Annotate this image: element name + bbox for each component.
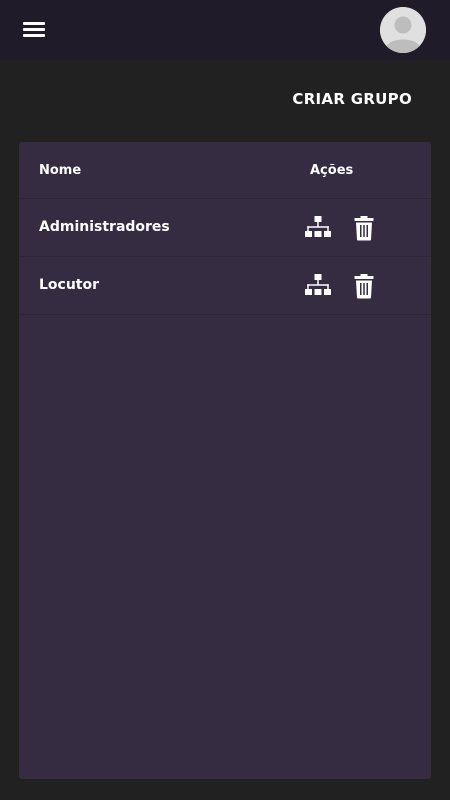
delete-group-button[interactable] [350, 214, 378, 242]
menu-icon-bar [23, 34, 45, 37]
group-permissions-button[interactable] [304, 272, 332, 300]
avatar[interactable] [380, 7, 426, 53]
delete-group-button[interactable] [350, 272, 378, 300]
top-app-bar [0, 0, 450, 60]
trash-icon [354, 274, 374, 299]
group-name: Locutor [39, 277, 100, 293]
group-name: Administradores [39, 219, 170, 235]
table-row: Locutor [19, 257, 431, 315]
table-header: Nome Ações [19, 142, 431, 199]
column-header-name: Nome [39, 163, 82, 178]
trash-icon [354, 216, 374, 241]
column-header-actions: Ações [310, 163, 354, 178]
sitemap-icon [305, 216, 331, 237]
groups-table: Nome Ações Administradores Locutor [19, 142, 431, 779]
group-permissions-button[interactable] [304, 214, 332, 242]
create-group-button[interactable]: CRIAR GRUPO [292, 90, 412, 108]
menu-icon-bar [23, 22, 45, 25]
account-avatar-icon [380, 7, 426, 53]
sitemap-icon [305, 274, 331, 295]
table-row: Administradores [19, 199, 431, 257]
menu-button[interactable] [20, 18, 48, 42]
menu-icon-bar [23, 28, 45, 31]
